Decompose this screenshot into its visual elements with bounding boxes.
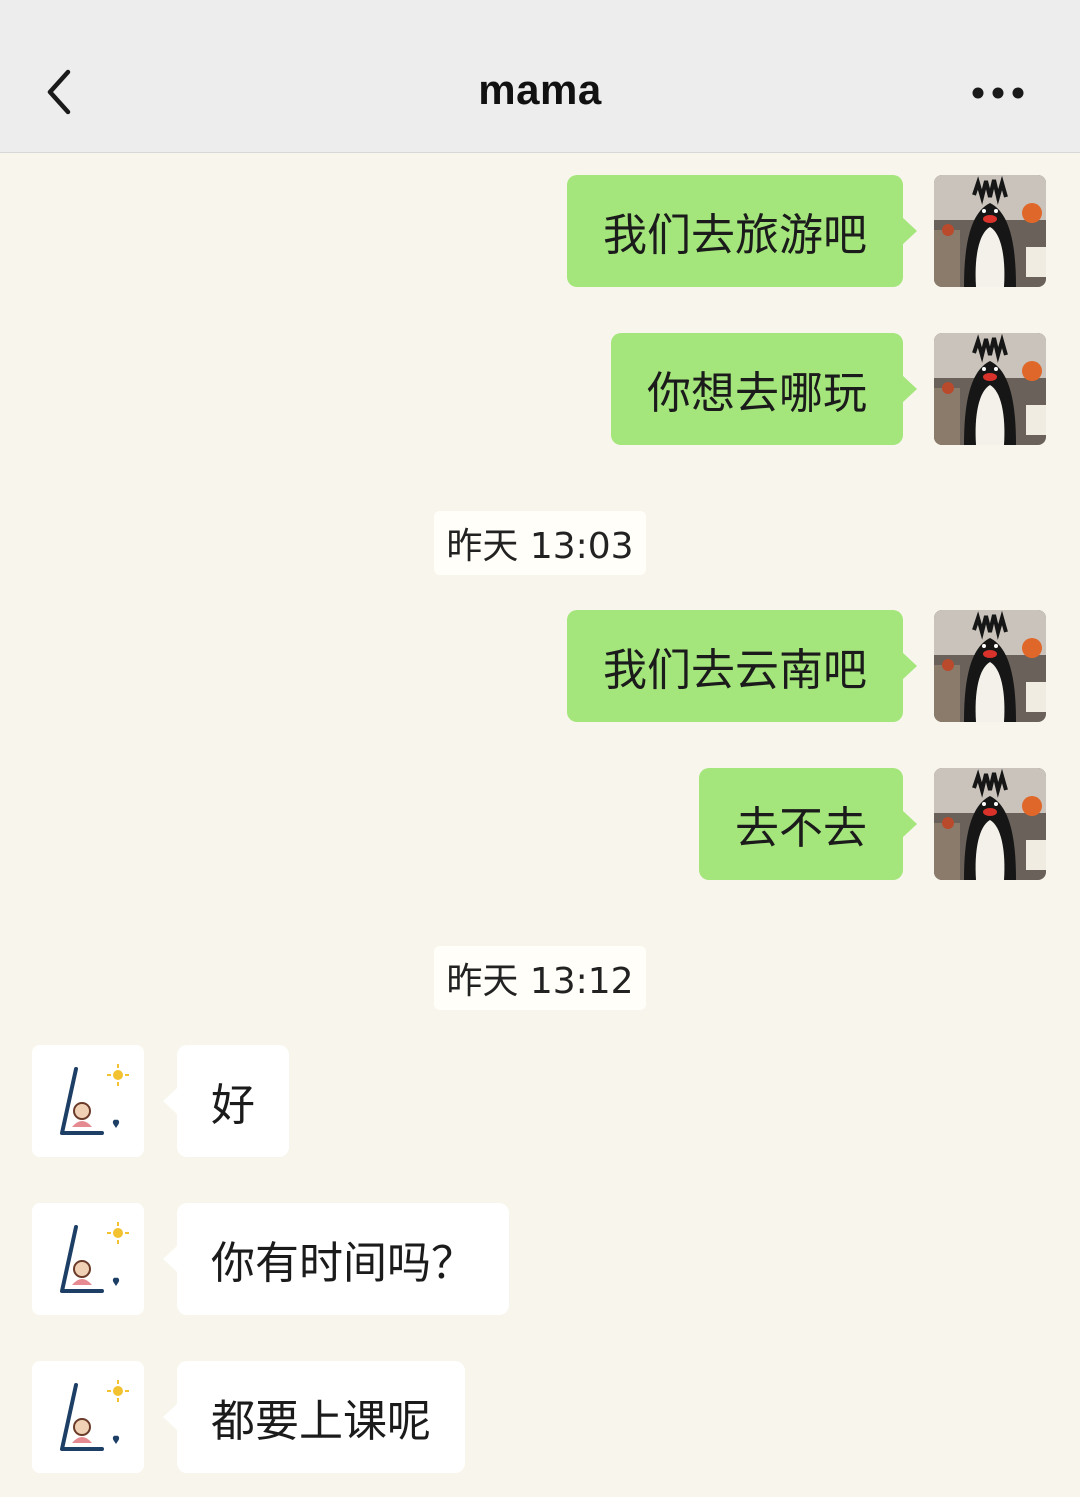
more-dots-icon <box>972 87 1024 99</box>
message-row-incoming: 好 <box>0 1045 1080 1157</box>
contact-avatar[interactable] <box>32 1045 144 1157</box>
doodle-avatar-icon <box>32 1045 144 1157</box>
my-avatar[interactable] <box>934 768 1046 880</box>
more-button[interactable] <box>968 76 1038 110</box>
penguin-avatar-icon <box>934 768 1046 880</box>
my-avatar[interactable] <box>934 175 1046 287</box>
penguin-avatar-icon <box>934 610 1046 722</box>
message-bubble-incoming[interactable]: 你有时间吗？ <box>163 1203 509 1315</box>
chat-header: mama <box>0 0 1080 153</box>
message-row-incoming: 你有时间吗？ <box>0 1203 1080 1315</box>
message-bubble-incoming[interactable]: 好 <box>163 1045 289 1157</box>
my-avatar[interactable] <box>934 610 1046 722</box>
chat-screen: mama 我们去旅游吧 你想去哪玩 昨天 13:03 我们去云南吧 去不去 昨天… <box>0 0 1080 1497</box>
message-bubble-outgoing[interactable]: 我们去旅游吧 <box>567 175 917 287</box>
timestamp: 昨天 13:12 <box>0 946 1080 1010</box>
contact-avatar[interactable] <box>32 1203 144 1315</box>
message-row-outgoing: 去不去 <box>0 768 1080 880</box>
message-bubble-outgoing[interactable]: 你想去哪玩 <box>611 333 917 445</box>
message-bubble-incoming[interactable]: 都要上课呢 <box>163 1361 465 1473</box>
penguin-avatar-icon <box>934 333 1046 445</box>
message-bubble-outgoing[interactable]: 去不去 <box>699 768 917 880</box>
doodle-avatar-icon <box>32 1361 144 1473</box>
penguin-avatar-icon <box>934 175 1046 287</box>
timestamp: 昨天 13:03 <box>0 511 1080 575</box>
my-avatar[interactable] <box>934 333 1046 445</box>
timestamp-label: 昨天 13:03 <box>434 511 646 575</box>
message-bubble-outgoing[interactable]: 我们去云南吧 <box>567 610 917 722</box>
message-row-incoming: 都要上课呢 <box>0 1361 1080 1473</box>
doodle-avatar-icon <box>32 1203 144 1315</box>
message-row-outgoing: 你想去哪玩 <box>0 333 1080 445</box>
contact-avatar[interactable] <box>32 1361 144 1473</box>
timestamp-label: 昨天 13:12 <box>434 946 646 1010</box>
message-row-outgoing: 我们去云南吧 <box>0 610 1080 722</box>
message-row-outgoing: 我们去旅游吧 <box>0 175 1080 287</box>
chat-title: mama <box>478 66 602 113</box>
